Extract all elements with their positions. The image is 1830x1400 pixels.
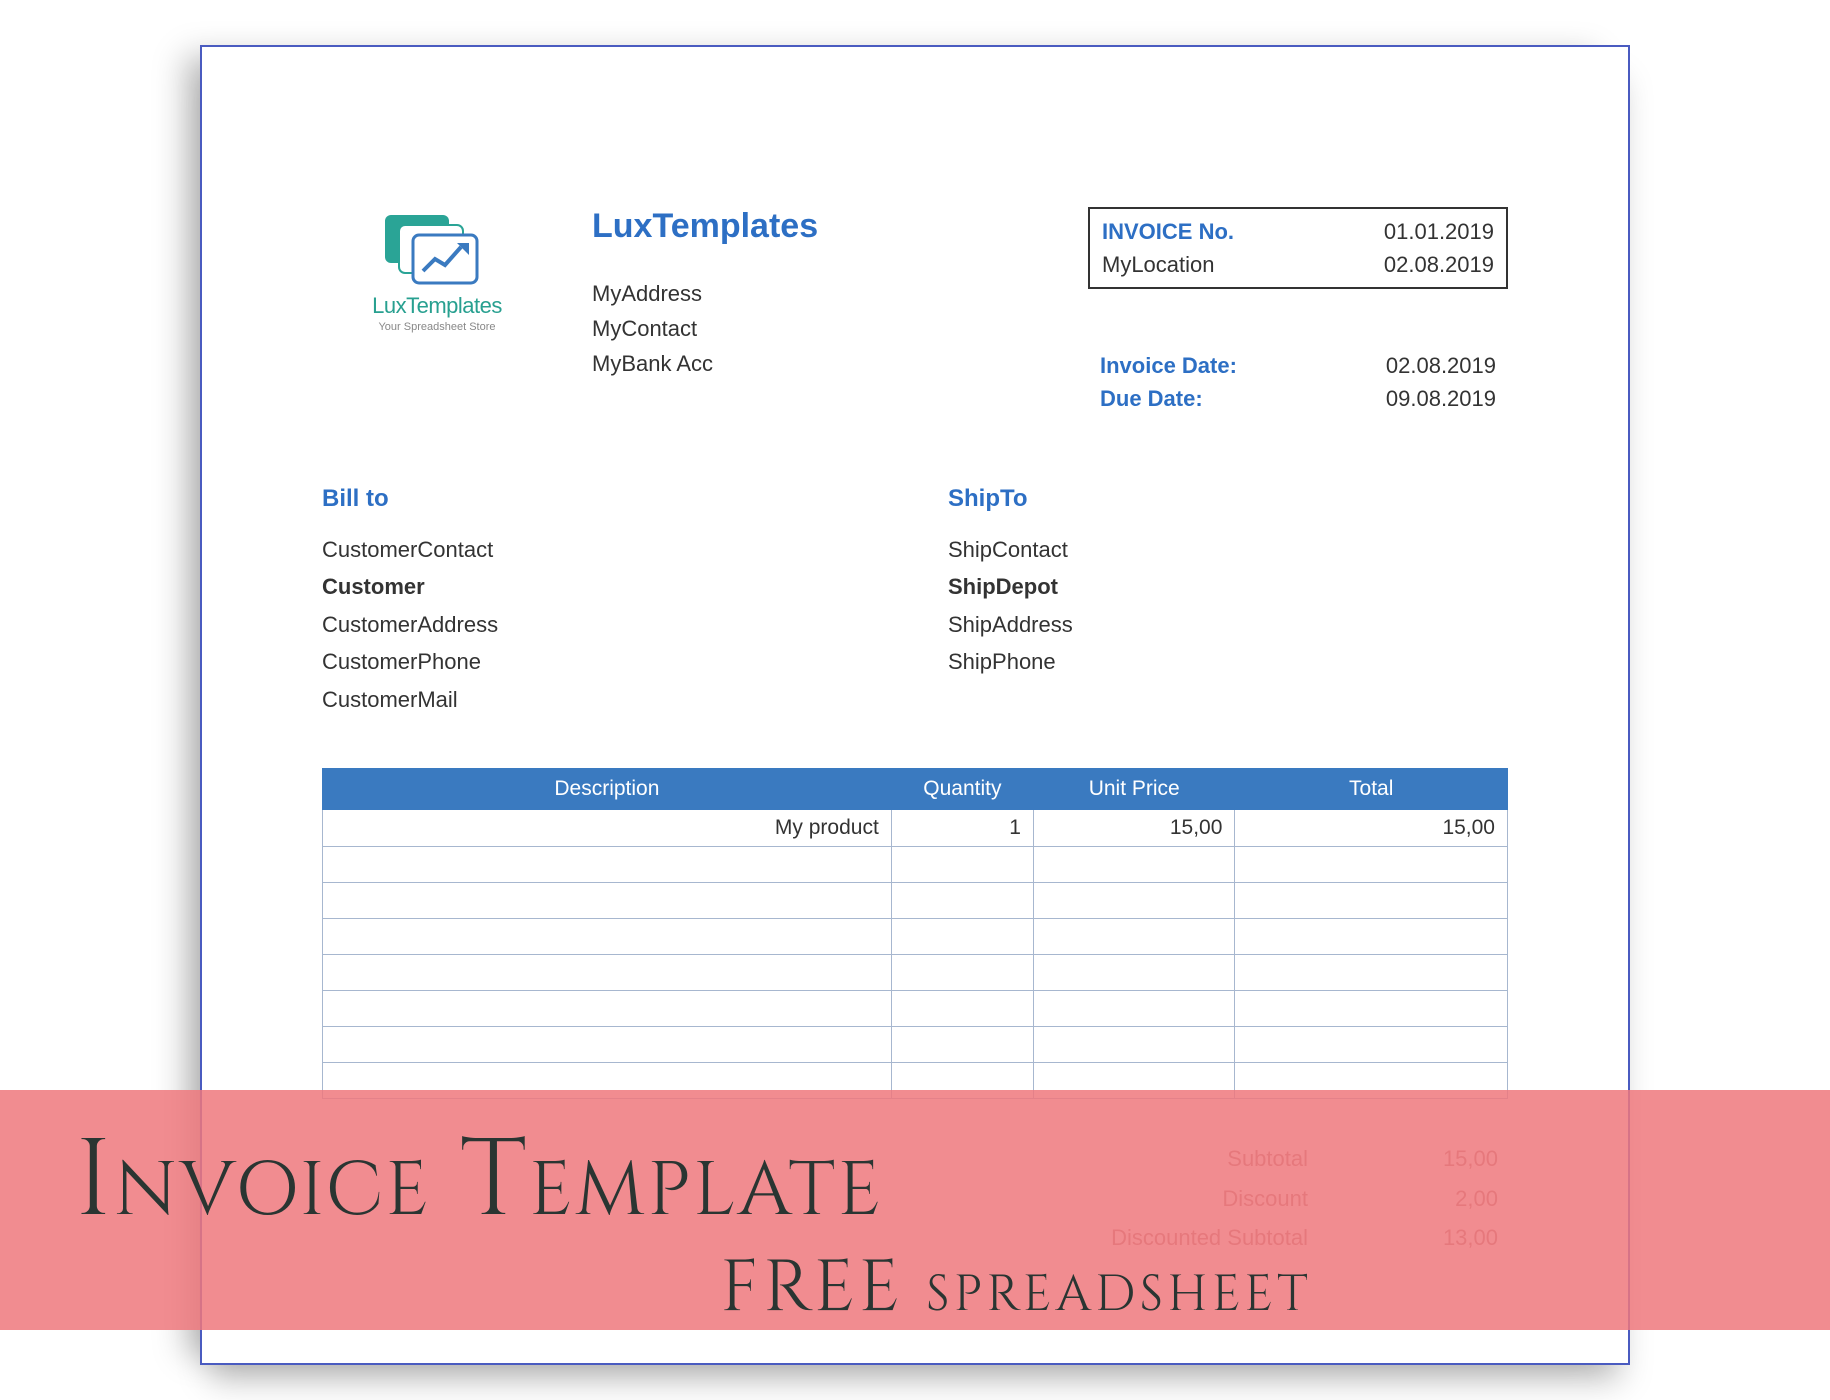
bill-to-mail: CustomerMail — [322, 681, 908, 718]
col-total: Total — [1235, 768, 1508, 809]
ship-to-contact: ShipContact — [948, 531, 1508, 568]
cell-total — [1235, 882, 1508, 918]
table-row — [323, 954, 1508, 990]
location-value: 02.08.2019 — [1384, 248, 1494, 281]
banner-subtitle: FREE spreadsheet — [720, 1240, 1312, 1337]
company-block: LuxTemplates MyAddress MyContact MyBank … — [592, 207, 1048, 415]
cell-quantity — [891, 990, 1033, 1026]
cell-unit_price: 15,00 — [1033, 809, 1234, 846]
cell-description: My product — [323, 809, 892, 846]
cell-total — [1235, 990, 1508, 1026]
ship-to-name: ShipDepot — [948, 568, 1508, 605]
bill-to-address: CustomerAddress — [322, 606, 908, 643]
cell-unit_price — [1033, 954, 1234, 990]
col-unit-price: Unit Price — [1033, 768, 1234, 809]
ship-to-address: ShipAddress — [948, 606, 1508, 643]
due-date-label: Due Date: — [1100, 382, 1203, 415]
table-row — [323, 1026, 1508, 1062]
cell-quantity — [891, 918, 1033, 954]
table-row: My product115,0015,00 — [323, 809, 1508, 846]
col-description: Description — [323, 768, 892, 809]
cell-quantity — [891, 954, 1033, 990]
bill-to-heading: Bill to — [322, 485, 908, 513]
logo-brand-text: LuxTemplates — [322, 293, 552, 319]
col-quantity: Quantity — [891, 768, 1033, 809]
invoice-date-label: Invoice Date: — [1100, 349, 1237, 382]
location-label: MyLocation — [1102, 248, 1215, 281]
cell-quantity — [891, 882, 1033, 918]
cell-description — [323, 882, 892, 918]
cell-quantity — [891, 846, 1033, 882]
cell-unit_price — [1033, 882, 1234, 918]
invoice-date-value: 02.08.2019 — [1386, 349, 1496, 382]
banner-title: Invoice Template — [75, 1110, 883, 1255]
ship-to-phone: ShipPhone — [948, 643, 1508, 680]
table-header-row: Description Quantity Unit Price Total — [323, 768, 1508, 809]
logo-block: LuxTemplates Your Spreadsheet Store — [322, 207, 552, 415]
cell-unit_price — [1033, 918, 1234, 954]
meta-block: INVOICE No. 01.01.2019 MyLocation 02.08.… — [1088, 207, 1508, 415]
cell-unit_price — [1033, 990, 1234, 1026]
cell-total — [1235, 846, 1508, 882]
party-row: Bill to CustomerContact Customer Custome… — [322, 485, 1508, 718]
cell-total — [1235, 954, 1508, 990]
logo-icon — [377, 207, 497, 287]
bill-to-contact: CustomerContact — [322, 531, 908, 568]
bill-to-name: Customer — [322, 568, 908, 605]
cell-description — [323, 990, 892, 1026]
table-row — [323, 882, 1508, 918]
bill-to-block: Bill to CustomerContact Customer Custome… — [322, 485, 908, 718]
invoice-dates: Invoice Date: 02.08.2019 Due Date: 09.08… — [1088, 349, 1508, 415]
cell-total: 15,00 — [1235, 809, 1508, 846]
table-row — [323, 846, 1508, 882]
invoice-no-value: 01.01.2019 — [1384, 215, 1494, 248]
ship-to-block: ShipTo ShipContact ShipDepot ShipAddress… — [948, 485, 1508, 718]
cell-quantity: 1 — [891, 809, 1033, 846]
promo-banner: Invoice Template FREE spreadsheet — [0, 1090, 1830, 1330]
cell-description — [323, 918, 892, 954]
bill-to-phone: CustomerPhone — [322, 643, 908, 680]
logo-tagline: Your Spreadsheet Store — [322, 321, 552, 333]
cell-description — [323, 1026, 892, 1062]
table-row — [323, 918, 1508, 954]
cell-description — [323, 846, 892, 882]
company-contact: MyContact — [592, 311, 1048, 346]
items-table: Description Quantity Unit Price Total My… — [322, 768, 1508, 1099]
cell-description — [323, 954, 892, 990]
cell-quantity — [891, 1026, 1033, 1062]
ship-to-heading: ShipTo — [948, 485, 1508, 513]
cell-total — [1235, 918, 1508, 954]
cell-unit_price — [1033, 1026, 1234, 1062]
company-address: MyAddress — [592, 276, 1048, 311]
cell-total — [1235, 1026, 1508, 1062]
cell-unit_price — [1033, 846, 1234, 882]
invoice-meta-box: INVOICE No. 01.01.2019 MyLocation 02.08.… — [1088, 207, 1508, 289]
header-row: LuxTemplates Your Spreadsheet Store LuxT… — [322, 207, 1508, 415]
due-date-value: 09.08.2019 — [1386, 382, 1496, 415]
company-name: LuxTemplates — [592, 207, 1048, 246]
invoice-no-label: INVOICE No. — [1102, 215, 1234, 248]
company-bank: MyBank Acc — [592, 346, 1048, 381]
table-row — [323, 990, 1508, 1026]
